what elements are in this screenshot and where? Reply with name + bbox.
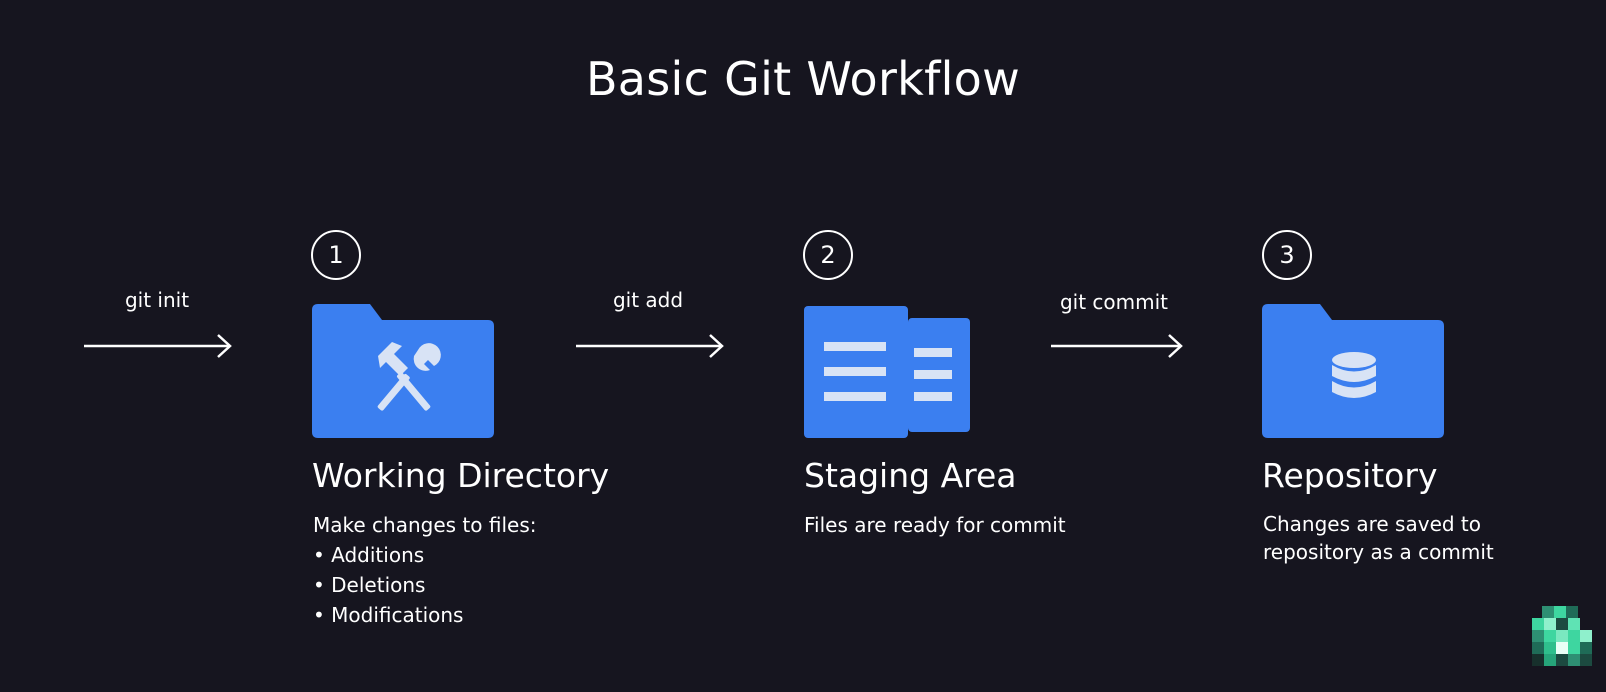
change-types-list: Additions Deletions Modifications [313, 540, 536, 630]
list-item-modifications: Modifications [313, 600, 536, 630]
step-number-3: 3 [1262, 230, 1312, 280]
folder-tools-icon [312, 302, 494, 444]
brand-logo [1532, 606, 1606, 692]
arrow-init [84, 334, 232, 358]
step-number-1: 1 [311, 230, 361, 280]
arrow-add [576, 334, 724, 358]
git-init-label: git init [124, 288, 190, 312]
working-directory-intro: Make changes to files: [313, 513, 537, 537]
list-item-additions: Additions [313, 540, 536, 570]
staging-area-description: Files are ready for commit [804, 513, 1066, 537]
working-directory-description: Make changes to files: Additions Deletio… [313, 510, 536, 630]
repository-title: Repository [1262, 456, 1438, 495]
repository-description: Changes are saved to repository as a com… [1263, 510, 1494, 566]
working-directory-title: Working Directory [312, 456, 610, 495]
repository-description-line-1: Changes are saved to [1263, 512, 1481, 536]
diagram-title: Basic Git Workflow [585, 52, 1021, 106]
step-number-2: 2 [803, 230, 853, 280]
folder-database-icon [1262, 302, 1444, 444]
list-item-deletions: Deletions [313, 570, 536, 600]
repository-description-line-2: repository as a commit [1263, 540, 1494, 564]
git-commit-label: git commit [1059, 290, 1169, 314]
arrow-commit [1051, 334, 1183, 358]
staging-area-title: Staging Area [804, 456, 1017, 495]
documents-icon [804, 306, 972, 444]
git-add-label: git add [612, 288, 684, 312]
